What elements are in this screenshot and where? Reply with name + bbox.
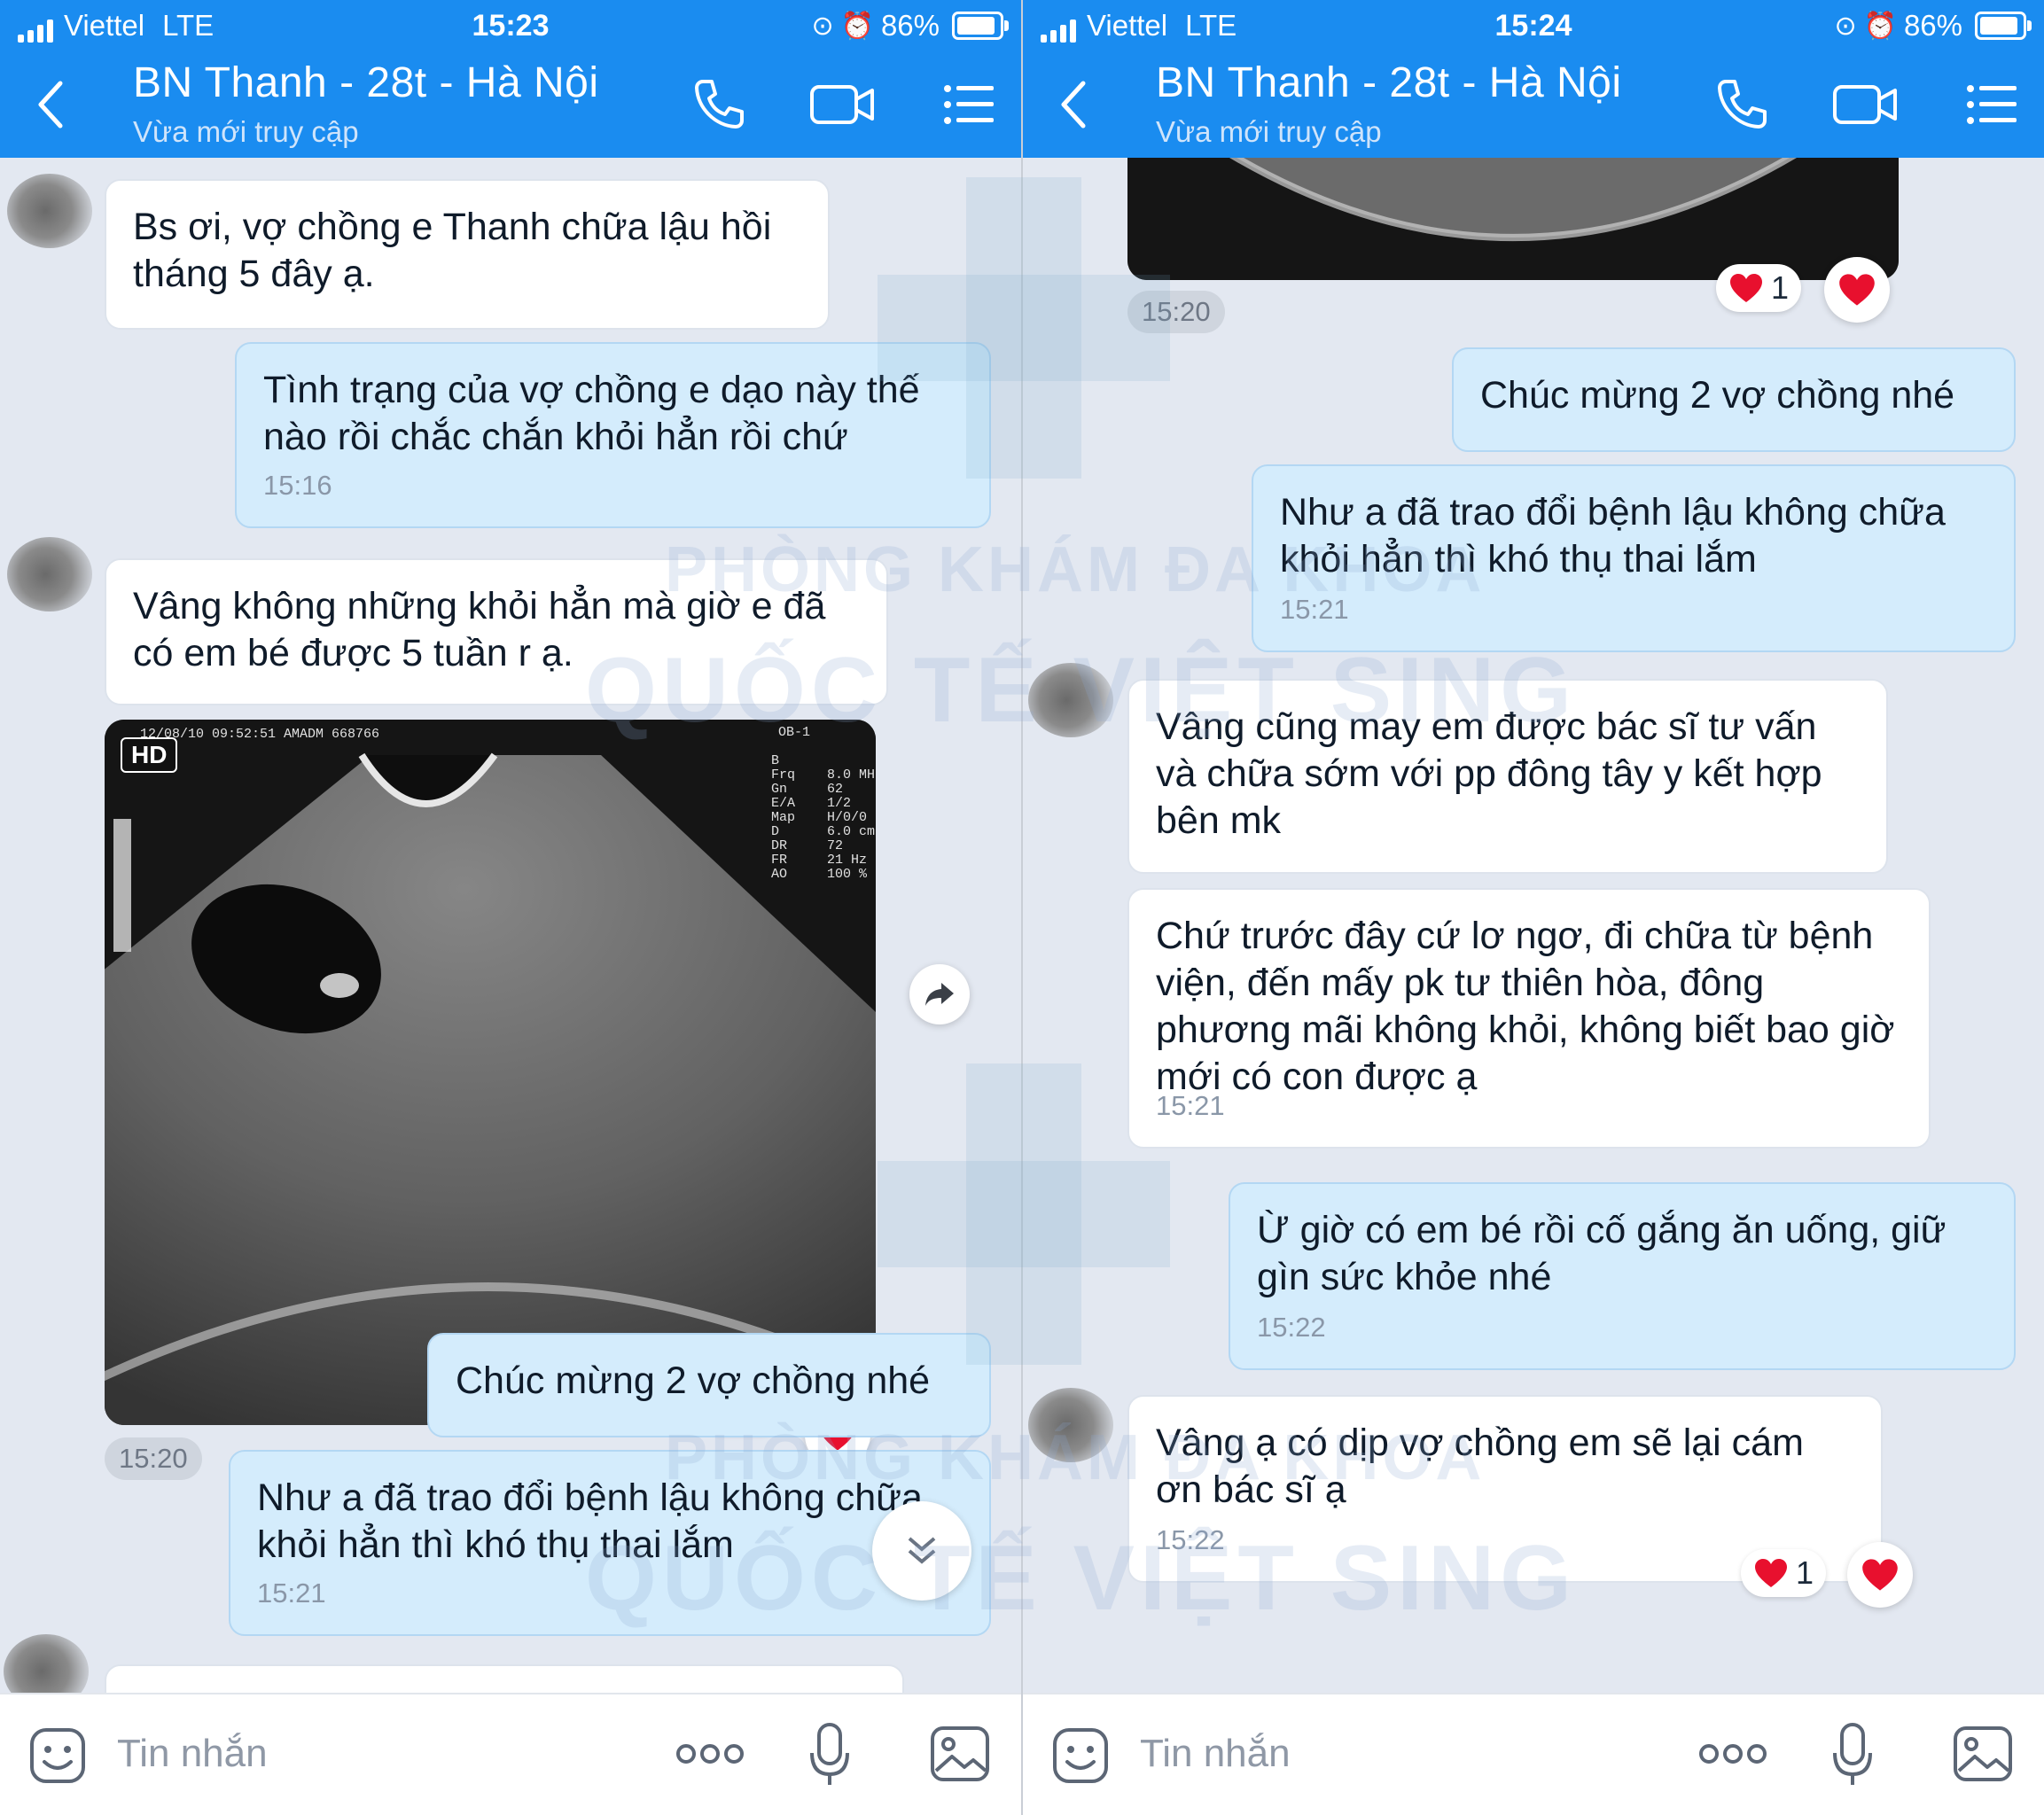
svg-text:Frq: Frq <box>771 767 795 783</box>
message-text: Tình trạng của vợ chồng e dạo này thế nà… <box>263 369 920 458</box>
watermark-text: QUỐC TẾ VIỆT SING <box>585 1527 1577 1630</box>
message-text: Ừ giờ có em bé rồi cố gắng ăn uống, giữ … <box>1257 1209 1946 1298</box>
message-time: 15:21 <box>1156 1090 1225 1121</box>
more-dots-icon[interactable] <box>1698 1741 1767 1767</box>
react-heart-button[interactable] <box>1824 257 1890 323</box>
message-input[interactable]: Tin nhắn <box>117 1732 268 1776</box>
message-outgoing[interactable]: Chúc mừng 2 vợ chồng nhé <box>1452 347 2016 452</box>
battery-percent: 86% <box>880 9 940 42</box>
message-time: 15:16 <box>263 470 332 501</box>
chevron-left-icon[interactable] <box>1057 78 1092 131</box>
svg-text:FR: FR <box>771 853 787 868</box>
chat-header: Viettel LTE 15:23 ⊙ ⏰ 86% BN Thanh - 28t… <box>0 0 1021 158</box>
reaction-summary[interactable]: 1 <box>1716 264 1802 312</box>
message-text: Chúc mừng 2 vợ chồng nhé <box>456 1359 931 1402</box>
message-incoming[interactable]: Bs ơi, vợ chồng e Thanh chữa lậu hồi thá… <box>105 179 830 330</box>
message-input-bar: Tin nhắn <box>1023 1693 2044 1815</box>
svg-text:1/2: 1/2 <box>827 796 851 811</box>
battery-icon <box>952 12 1009 40</box>
watermark-text: PHÒNG KHÁM ĐA KHOA <box>665 534 1486 605</box>
status-bar: Viettel LTE 15:23 ⊙ ⏰ 86% <box>0 0 1021 51</box>
heart-icon <box>1730 274 1762 302</box>
photo-time: 15:20 <box>105 1437 202 1480</box>
svg-text:DR: DR <box>771 838 787 853</box>
ultrasound-image: 12/08/10 09:52:51 AMADM 668766 OB-1 BFrq… <box>105 720 876 1425</box>
svg-text:72: 72 <box>827 838 843 853</box>
contact-status: Vừa mới truy cập <box>1156 115 1382 148</box>
message-incoming[interactable] <box>105 1664 904 1693</box>
battery-percent: 86% <box>1903 9 1962 42</box>
chat-header: Viettel LTE 15:24 ⊙ ⏰ 86% BN Thanh - 28t… <box>1023 0 2044 158</box>
heart-icon <box>1839 274 1875 306</box>
battery-icon <box>1975 12 2032 40</box>
heart-icon <box>1862 1559 1898 1591</box>
more-dots-icon[interactable] <box>675 1741 745 1767</box>
emoji-icon[interactable] <box>28 1726 87 1785</box>
ultrasound-image <box>1127 158 1899 280</box>
heart-icon <box>1755 1559 1787 1587</box>
hd-badge: HD <box>121 737 178 773</box>
message-time: 15:21 <box>257 1577 326 1609</box>
avatar[interactable] <box>7 174 92 248</box>
reaction-summary[interactable]: 1 <box>1741 1549 1827 1597</box>
svg-text:AO: AO <box>771 867 787 882</box>
svg-text:Gn: Gn <box>771 782 787 797</box>
menu-list-icon[interactable] <box>1961 76 2023 133</box>
alarm-icon: ⏰ <box>1863 11 1897 41</box>
watermark-text: QUỐC TẾ VIỆT SING <box>585 639 1577 742</box>
share-arrow-icon[interactable] <box>909 964 970 1024</box>
microphone-icon[interactable] <box>808 1721 851 1788</box>
react-heart-button[interactable] <box>1847 1542 1913 1608</box>
avatar[interactable] <box>7 537 92 611</box>
photo-time: 15:20 <box>1127 291 1225 333</box>
menu-list-icon[interactable] <box>938 76 1000 133</box>
ultrasound-photo[interactable]: 12/08/10 09:52:51 AMADM 668766 OB-1 B Frq… <box>105 720 876 1425</box>
video-camera-icon[interactable] <box>1831 76 1899 133</box>
watermark-text: PHÒNG KHÁM ĐA KHOA <box>665 1422 1486 1493</box>
contact-name: BN Thanh - 28t - Hà Nội <box>1156 59 1622 106</box>
svg-text:E/A: E/A <box>771 796 795 811</box>
message-incoming[interactable]: Chứ trước đây cứ lơ ngơ, đi chữa từ bệnh… <box>1127 888 1931 1149</box>
svg-text:D: D <box>771 824 779 839</box>
message-input-bar: Tin nhắn <box>0 1693 1021 1815</box>
svg-text:8.0 MHz: 8.0 MHz <box>827 767 876 783</box>
contact-name: BN Thanh - 28t - Hà Nội <box>133 59 599 106</box>
reaction-count: 1 <box>1796 1554 1814 1591</box>
svg-text:B: B <box>771 753 779 768</box>
message-outgoing[interactable]: Tình trạng của vợ chồng e dạo này thế nà… <box>235 342 991 528</box>
svg-text:H/0/0: H/0/0 <box>827 810 867 825</box>
rotation-lock-icon: ⊙ <box>1834 11 1857 41</box>
video-camera-icon[interactable] <box>808 76 876 133</box>
reaction-count: 1 <box>1771 269 1790 306</box>
svg-text:6.0 cm: 6.0 cm <box>827 824 875 839</box>
contact-status: Vừa mới truy cập <box>133 115 359 148</box>
avatar[interactable] <box>4 1634 89 1693</box>
svg-text:62: 62 <box>827 782 843 797</box>
microphone-icon[interactable] <box>1831 1721 1874 1788</box>
emoji-icon[interactable] <box>1051 1726 1110 1785</box>
svg-text:Map: Map <box>771 810 795 825</box>
message-text: Chúc mừng 2 vợ chồng nhé <box>1480 374 1955 417</box>
chevron-left-icon[interactable] <box>34 78 69 131</box>
message-text: Chứ trước đây cứ lơ ngơ, đi chữa từ bệnh… <box>1156 915 1895 1098</box>
svg-text:21 Hz: 21 Hz <box>827 853 867 868</box>
alarm-icon: ⏰ <box>840 11 874 41</box>
phone-icon[interactable] <box>688 76 750 133</box>
phone-icon[interactable] <box>1711 76 1773 133</box>
message-text: Bs ơi, vợ chồng e Thanh chữa lậu hồi thá… <box>133 206 772 295</box>
image-gallery-icon[interactable] <box>1952 1725 2014 1783</box>
message-input[interactable]: Tin nhắn <box>1140 1732 1291 1776</box>
ultrasound-photo[interactable] <box>1127 158 1899 280</box>
rotation-lock-icon: ⊙ <box>811 11 834 41</box>
svg-text:100 %: 100 % <box>827 867 868 882</box>
image-gallery-icon[interactable] <box>929 1725 991 1783</box>
message-time: 15:22 <box>1257 1312 1326 1343</box>
status-bar: Viettel LTE 15:24 ⊙ ⏰ 86% <box>1023 0 2044 51</box>
message-outgoing[interactable]: Ừ giờ có em bé rồi cố gắng ăn uống, giữ … <box>1229 1182 2016 1370</box>
